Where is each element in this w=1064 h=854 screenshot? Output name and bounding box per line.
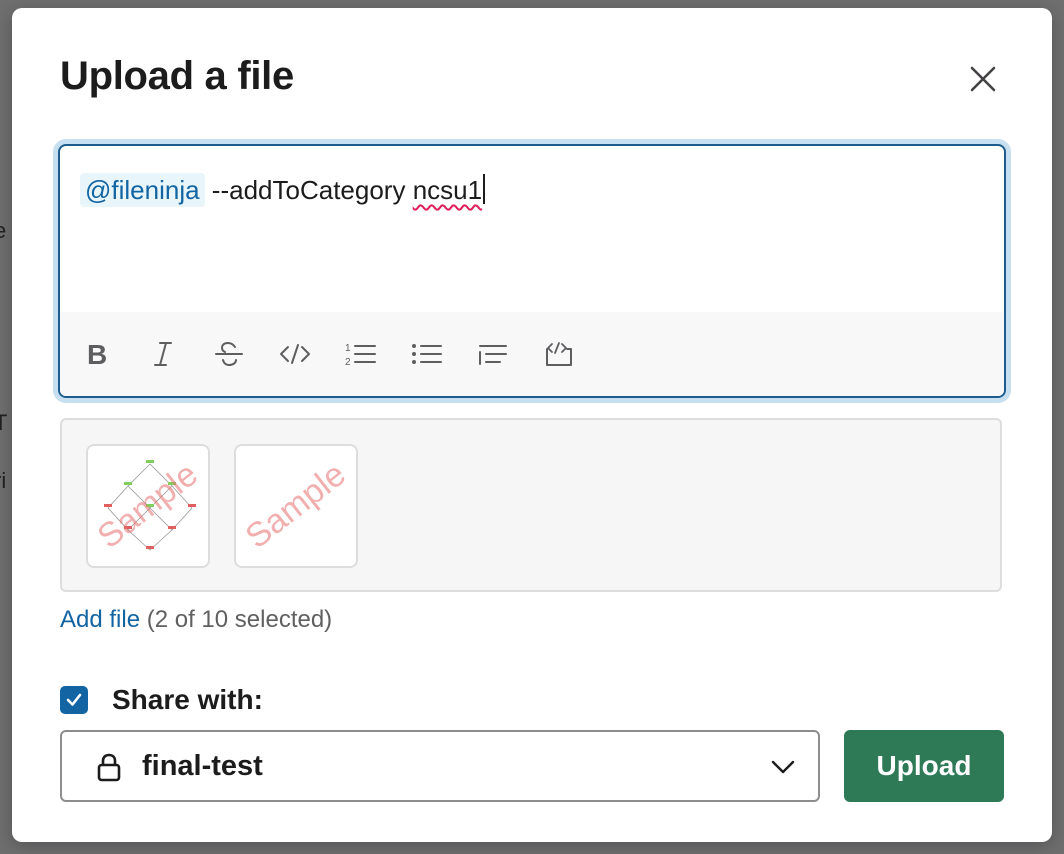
message-composer[interactable]: @fileninja --addToCategory ncsu1 B 1 2	[58, 144, 1006, 398]
sample-watermark: Sample	[238, 455, 353, 557]
italic-button[interactable]	[142, 333, 184, 375]
add-file-link[interactable]: Add file	[60, 606, 140, 633]
checkmark-icon	[66, 693, 82, 706]
background-text: e	[0, 218, 7, 243]
italic-icon	[154, 342, 172, 366]
code-block-button[interactable]	[538, 333, 580, 375]
file-attachments-area: Sample Sample	[60, 418, 1002, 592]
strikethrough-button[interactable]	[208, 333, 250, 375]
selected-channel: final-test	[142, 750, 263, 782]
svg-text:2: 2	[345, 357, 351, 367]
share-with-row: Share with:	[60, 684, 263, 716]
upload-button[interactable]: Upload	[844, 730, 1004, 802]
misspelled-word: ncsu1	[412, 175, 483, 205]
chevron-down-icon	[771, 760, 795, 774]
background-text: ri	[0, 468, 7, 493]
lock-icon	[97, 753, 121, 782]
text-caret	[483, 174, 486, 204]
svg-text:B: B	[87, 340, 107, 368]
user-mention[interactable]: @fileninja	[80, 173, 205, 207]
message-text: --addToCategory	[211, 175, 406, 205]
modal-title: Upload a file	[60, 54, 294, 98]
close-icon	[970, 66, 996, 92]
share-checkbox[interactable]	[60, 686, 88, 714]
blockquote-icon	[479, 345, 507, 365]
file-count-label: (2 of 10 selected)	[146, 606, 333, 633]
close-button[interactable]	[962, 58, 1004, 100]
ordered-list-button[interactable]: 1 2	[340, 333, 382, 375]
share-label: Share with:	[112, 684, 263, 715]
bold-button[interactable]: B	[76, 333, 118, 375]
background-text: T	[0, 410, 8, 435]
bulleted-list-button[interactable]	[406, 333, 448, 375]
channel-select[interactable]: final-test	[60, 730, 820, 802]
code-button[interactable]	[274, 333, 316, 375]
bold-icon: B	[87, 340, 107, 368]
code-icon	[280, 344, 310, 364]
blockquote-button[interactable]	[472, 333, 514, 375]
ordered-list-icon: 1 2	[345, 343, 376, 367]
code-block-icon	[546, 342, 572, 366]
svg-text:1: 1	[345, 343, 351, 354]
add-file-row: Add file (2 of 10 selected)	[60, 606, 332, 634]
strikethrough-icon	[215, 341, 243, 367]
file-thumbnail[interactable]: Sample	[234, 444, 358, 568]
upload-file-modal: Upload a file @fileninja --addToCategory…	[12, 8, 1052, 842]
formatting-toolbar: B 1 2	[60, 312, 1004, 396]
file-thumbnail[interactable]: Sample	[86, 444, 210, 568]
message-input[interactable]: @fileninja --addToCategory ncsu1	[80, 173, 486, 207]
bulleted-list-icon	[412, 344, 442, 364]
